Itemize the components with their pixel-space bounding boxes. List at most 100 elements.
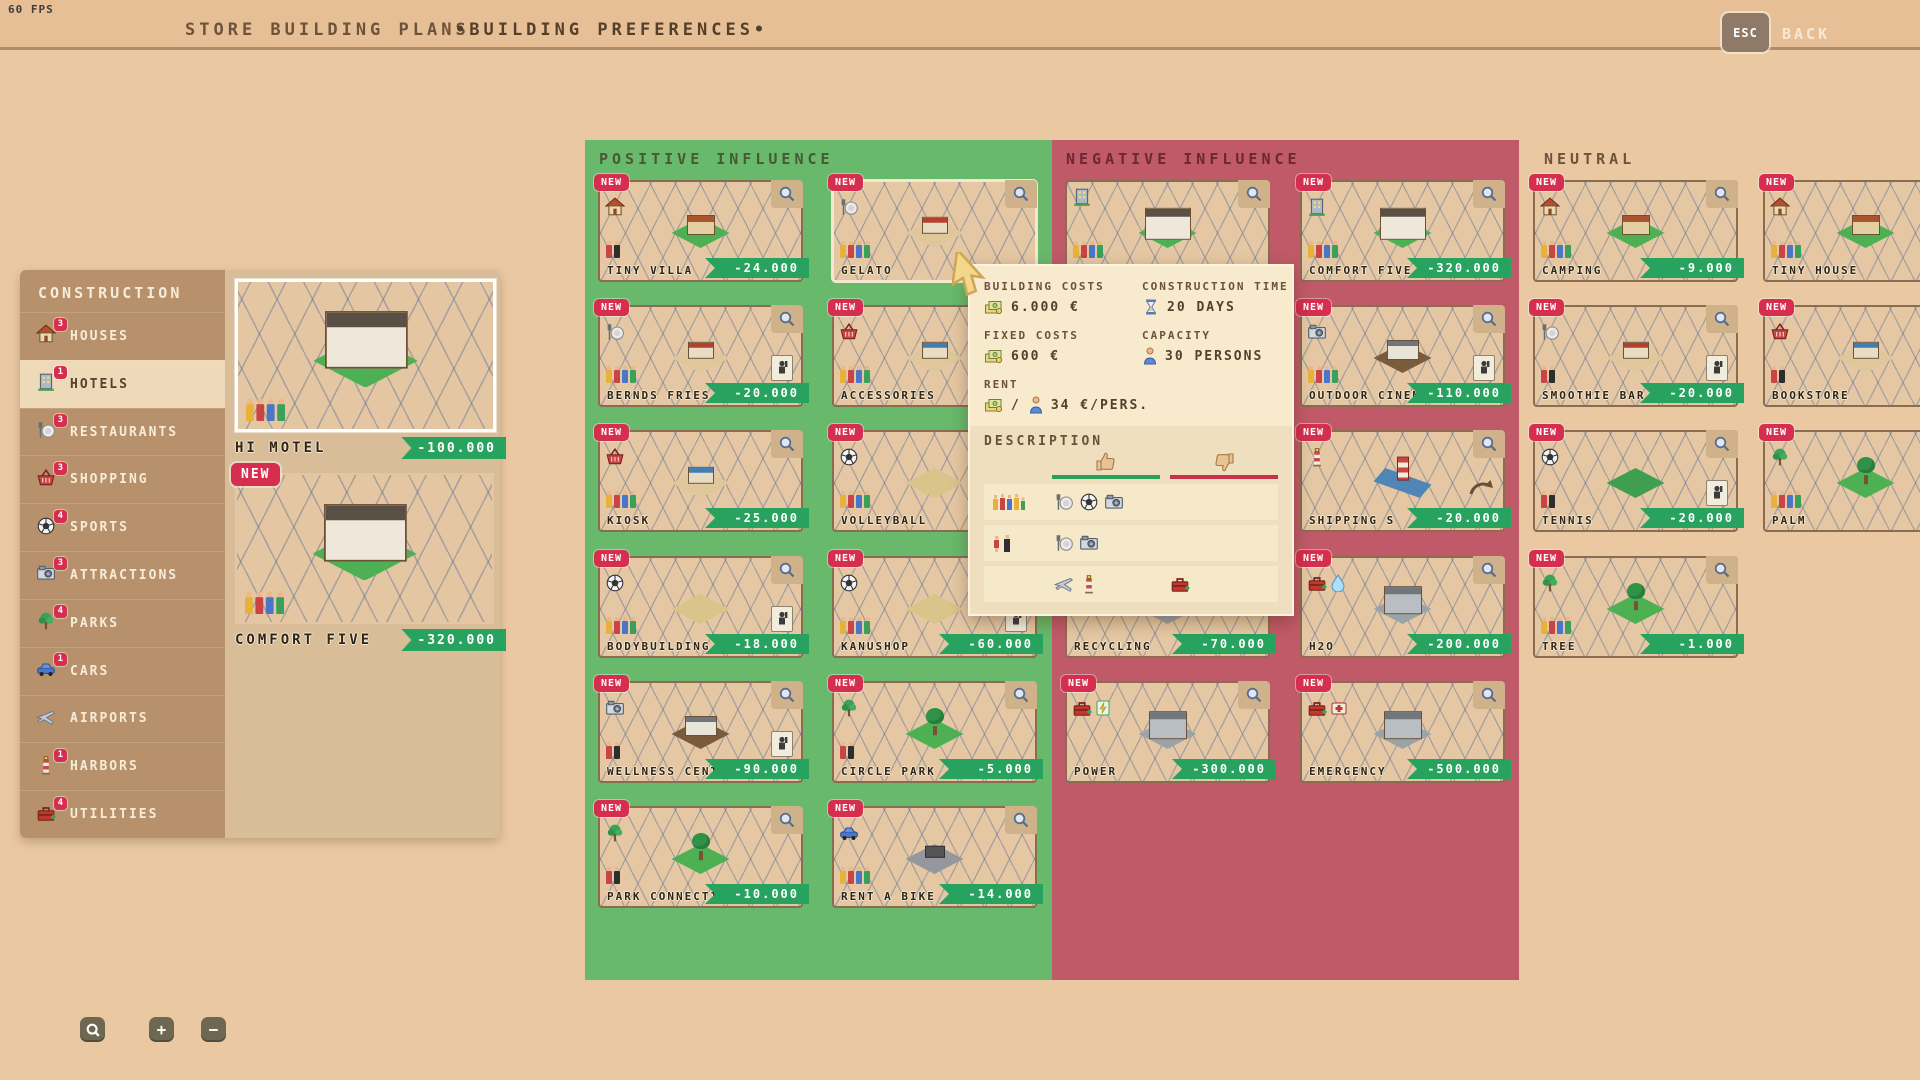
sidebar-item-attractions[interactable]: 3ATTRACTIONS (20, 551, 225, 599)
new-badge: NEW (1759, 424, 1794, 441)
zoom-preview-button[interactable] (771, 556, 803, 584)
sidebar-item-sports[interactable]: 4SPORTS (20, 503, 225, 551)
back-button[interactable]: BACK (1782, 25, 1830, 43)
shopping-icon (605, 447, 625, 467)
zoom-preview-button[interactable] (1005, 681, 1037, 709)
description-label: DESCRIPTION (984, 434, 1278, 449)
building-card-wellness-center[interactable]: NEWWELLNESS CENTER-90.000 (598, 681, 803, 783)
building-card-bernds-fries[interactable]: NEWBERNDS FRIES-20.000 (598, 305, 803, 407)
zoom-preview-button[interactable] (1706, 305, 1738, 333)
zoom-preview-button[interactable] (1473, 305, 1505, 333)
building-card-bodybuilding[interactable]: NEWBODYBUILDING-18.000 (598, 556, 803, 658)
section-title: NEUTRAL (1544, 150, 1635, 168)
zoom-preview-button[interactable] (1473, 430, 1505, 458)
building-tooltip: BUILDING COSTS 6.000 € CONSTRUCTION TIME… (968, 264, 1294, 616)
price-ribbon: -1.000 (1640, 634, 1744, 654)
category-icons (1540, 322, 1560, 342)
sidebar-item-airports[interactable]: AIRPORTS (20, 695, 225, 743)
tree-icon (1540, 573, 1560, 593)
building-card-park-connection-ii[interactable]: NEWPARK CONNECTION II-10.000 (598, 806, 803, 908)
magnifier-icon (778, 310, 796, 328)
zoom-preview-button[interactable] (1005, 806, 1037, 834)
zoom-preview-button[interactable] (1238, 180, 1270, 208)
sidebar-item-cars[interactable]: 1CARS (20, 647, 225, 695)
building-card-outdoor-cinema[interactable]: NEWOUTDOOR CINEMA-110.000 (1300, 305, 1505, 407)
building-card-circle-park[interactable]: NEWCIRCLE PARK-5.000 (832, 681, 1037, 783)
zoom-out-button[interactable]: − (201, 1017, 226, 1042)
zoom-preview-button[interactable] (1706, 430, 1738, 458)
category-count-badge: 3 (54, 557, 67, 570)
building-card-tiny-house[interactable]: NEWTINY HOUSE (1763, 180, 1920, 282)
sidebar-item-houses[interactable]: 3HOUSES (20, 312, 225, 360)
building-card-smoothie-bar[interactable]: NEWSMOOTHIE BAR-20.000 (1533, 305, 1738, 407)
likes-icons (1054, 533, 1160, 553)
zoom-preview-button[interactable] (1706, 556, 1738, 584)
building-card-h2o[interactable]: NEWH2O-200.000 (1300, 556, 1505, 658)
catalog-card-comfort-five[interactable]: NEWCOMFORT FIVE-320.000 (235, 473, 490, 651)
building-card-bookstore[interactable]: NEWBOOKSTORE (1763, 305, 1920, 407)
building-card-power[interactable]: NEWPOWER-300.000 (1065, 681, 1270, 783)
price-ribbon: -20.000 (1640, 508, 1744, 528)
building-card-emergency[interactable]: NEWEMERGENCY-500.000 (1300, 681, 1505, 783)
tab-store-building-plans[interactable]: STORE BUILDING PLANS (185, 20, 470, 40)
hotel-icon (36, 372, 56, 392)
building-card-comfort-five[interactable]: NEWCOMFORT FIVE-320.000 (1300, 180, 1505, 282)
sidebar-item-parks[interactable]: 4PARKS (20, 599, 225, 647)
zoom-preview-button[interactable] (1005, 180, 1037, 208)
building-card-palm[interactable]: NEWPALM (1763, 430, 1920, 532)
building-card-tiny-villa[interactable]: NEWTINY VILLA-24.000 (598, 180, 803, 282)
sidebar-item-restaurants[interactable]: 3RESTAURANTS (20, 408, 225, 456)
zoom-preview-button[interactable] (1473, 180, 1505, 208)
likes-icons (1054, 492, 1160, 512)
building-name: SMOOTHIE BAR (1542, 389, 1645, 402)
group-icon (1541, 621, 1571, 634)
tab-building-preferences[interactable]: •BUILDING PREFERENCES• (455, 20, 768, 40)
category-icons (605, 197, 625, 217)
zoom-preview-button[interactable] (1238, 681, 1270, 709)
hourglass-icon (1142, 298, 1160, 316)
rotate-icon (1467, 476, 1493, 504)
zoom-preview-button[interactable] (771, 430, 803, 458)
sidebar-item-hotels[interactable]: 1HOTELS (20, 360, 225, 408)
building-name: BOOKSTORE (1772, 389, 1850, 402)
new-badge: NEW (828, 550, 863, 567)
section-title: NEGATIVE INFLUENCE (1066, 150, 1301, 168)
zoom-preview-button[interactable] (771, 681, 803, 709)
sidebar-item-shopping[interactable]: 3SHOPPING (20, 455, 225, 503)
sports-icon (839, 447, 859, 467)
building-card-rent-a-bike[interactable]: NEWRENT A BIKE-14.000 (832, 806, 1037, 908)
capacity-value: 30 PERSONS (1165, 349, 1263, 364)
building-costs-stat: BUILDING COSTS 6.000 € (984, 280, 1136, 316)
magnifier-icon (1713, 561, 1731, 579)
building-card-camping[interactable]: NEWCAMPING-9.000 (1533, 180, 1738, 282)
zoom-preview-button[interactable] (771, 180, 803, 208)
group-icon (992, 492, 1026, 512)
building-card-tree[interactable]: NEWTREE-1.000 (1533, 556, 1738, 658)
sports-icon (1079, 492, 1099, 512)
catalog-card-hi-motel[interactable]: HI MOTEL-100.000 (235, 279, 490, 459)
zoom-in-button[interactable]: + (149, 1017, 174, 1042)
building-card-kiosk[interactable]: NEWKIOSK-25.000 (598, 430, 803, 532)
sidebar-item-utilities[interactable]: 4UTILITIES (20, 790, 225, 838)
description-rows (984, 484, 1278, 602)
zoom-preview-button[interactable] (1473, 681, 1505, 709)
rotate-icon (1467, 476, 1493, 500)
magnifier-icon (1245, 686, 1263, 704)
new-badge: NEW (828, 174, 863, 191)
rent-stat: RENT /34 €/PERS. (984, 378, 1136, 414)
sports-icon (1540, 447, 1560, 467)
building-card-tennis[interactable]: NEWTENNIS-20.000 (1533, 430, 1738, 532)
sidebar-item-label: SHOPPING (70, 472, 149, 487)
new-badge: NEW (594, 675, 629, 692)
zoom-preview-button[interactable] (771, 806, 803, 834)
magnifier-icon (85, 1022, 101, 1038)
esc-button[interactable]: ESC (1722, 13, 1769, 52)
zoom-preview-button[interactable] (771, 305, 803, 333)
sidebar-item-harbors[interactable]: 1HARBORS (20, 742, 225, 790)
zoom-preview-button[interactable] (1706, 180, 1738, 208)
zoom-reset-button[interactable] (80, 1017, 105, 1042)
price-ribbon: -500.000 (1407, 759, 1511, 779)
building-card-shipping-s[interactable]: NEWSHIPPING S-20.000 (1300, 430, 1505, 532)
zoom-preview-button[interactable] (1473, 556, 1505, 584)
worker-icon (1477, 359, 1491, 377)
